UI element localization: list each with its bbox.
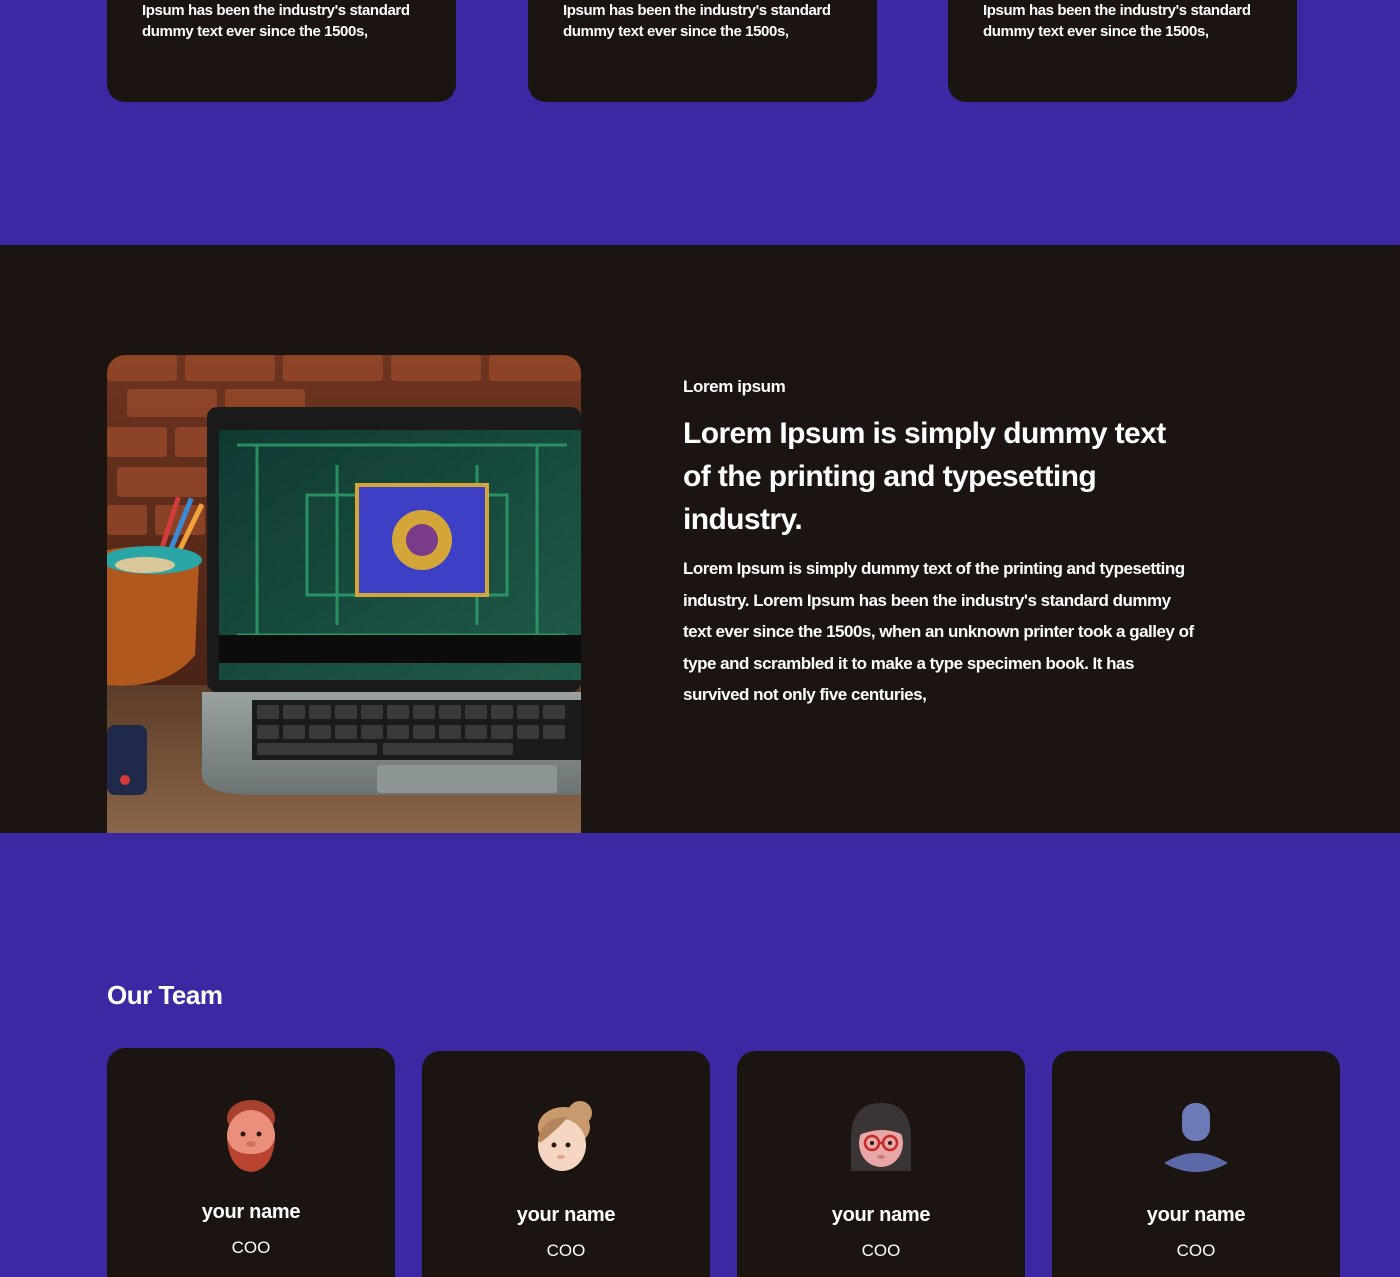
- team-member-name: your name: [831, 1204, 931, 1226]
- feature-card: Ipsum has been the industry's standard d…: [948, 0, 1297, 102]
- about-section: Lorem ipsum Lorem Ipsum is simply dummy …: [0, 245, 1400, 833]
- team-member-role: COO: [231, 1238, 271, 1257]
- team-member-name: your name: [1146, 1204, 1246, 1226]
- team-title: Our Team: [107, 980, 223, 1010]
- team-member-card[interactable]: your name COO: [107, 1048, 395, 1277]
- feature-card: Ipsum has been the industry's standard d…: [528, 0, 877, 102]
- feature-card: Ipsum has been the industry's standard d…: [107, 0, 456, 102]
- laptop-photo: [107, 355, 581, 833]
- team-member-role: COO: [1176, 1241, 1216, 1260]
- team-member-card[interactable]: your name COO: [422, 1051, 710, 1277]
- team-member-name: your name: [201, 1201, 301, 1223]
- about-headline: Lorem Ipsum is simply dummy text of the …: [683, 417, 1166, 536]
- bearded-man-avatar-icon: [213, 1096, 289, 1176]
- about-content: Lorem ipsum Lorem Ipsum is simply dummy …: [683, 377, 1203, 711]
- woman-glasses-avatar-icon: [843, 1099, 919, 1179]
- feature-card-text: Ipsum has been the industry's standard d…: [142, 2, 410, 40]
- feature-card-text: Ipsum has been the industry's standard d…: [983, 2, 1251, 40]
- team-section: Our Team your name COO your name COO you…: [0, 833, 1400, 1277]
- team-member-role: COO: [546, 1241, 586, 1260]
- woman-bun-avatar-icon: [528, 1099, 604, 1179]
- generic-user-avatar-icon: [1158, 1099, 1234, 1179]
- team-member-card[interactable]: your name COO: [737, 1051, 1025, 1277]
- team-member-name: your name: [516, 1204, 616, 1226]
- team-member-role: COO: [861, 1241, 901, 1260]
- about-body: Lorem Ipsum is simply dummy text of the …: [683, 559, 1194, 704]
- team-member-card[interactable]: your name COO: [1052, 1051, 1340, 1277]
- feature-card-text: Ipsum has been the industry's standard d…: [563, 2, 831, 40]
- about-eyebrow: Lorem ipsum: [683, 377, 786, 396]
- features-section: Ipsum has been the industry's standard d…: [0, 0, 1400, 245]
